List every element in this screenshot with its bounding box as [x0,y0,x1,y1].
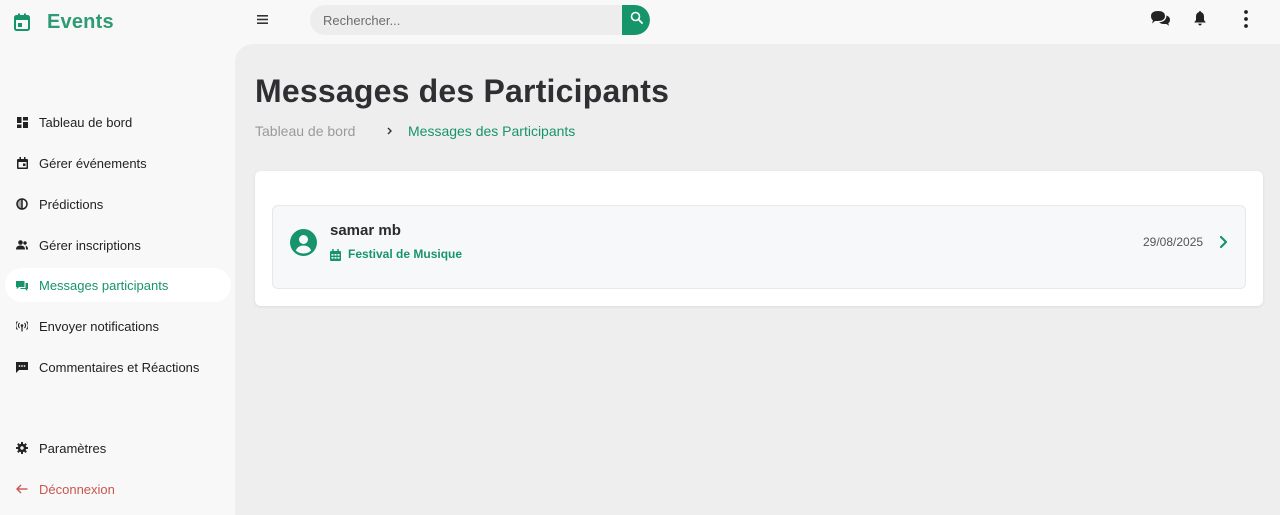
brand[interactable]: Events [14,8,114,36]
notifications-button[interactable] [1189,10,1211,32]
breadcrumb-current: Messages des Participants [408,123,576,139]
arrow-left-icon [16,483,28,495]
gear-icon [16,442,28,454]
sidebar-item-events[interactable]: Gérer événements [5,146,231,180]
sidebar-item-logout[interactable]: Déconnexion [5,472,231,506]
calendar-event-icon [16,157,28,169]
bell-icon [1193,10,1207,32]
chat-button[interactable] [1149,10,1171,32]
user-avatar-icon [290,229,317,256]
chevron-right-icon [385,124,395,136]
prediction-icon [16,198,28,210]
breadcrumb: Tableau de bord Messages des Participant… [255,122,575,140]
chat-bubbles-icon [1150,10,1171,32]
sidebar-item-label: Commentaires et Réactions [39,359,200,375]
search-input[interactable] [310,5,622,35]
messages-card: samar mb Festival de Musique 29/08/2025 [255,171,1263,306]
search-icon [630,11,643,29]
sidebar-item-label: Messages participants [39,277,169,293]
sidebar-item-notifications[interactable]: Envoyer notifications [5,309,231,343]
event-label: Festival de Musique [330,246,462,262]
sidebar-item-label: Tableau de bord [39,114,133,130]
top-bar: Events [0,0,1280,44]
messages-icon [16,279,28,291]
sidebar-item-messages[interactable]: Messages participants [5,268,231,302]
broadcast-icon [16,320,28,332]
hamburger-icon [256,11,268,29]
vertical-dots-icon [1244,9,1248,33]
sidebar-item-comments[interactable]: Commentaires et Réactions [5,350,231,384]
chevron-right-icon[interactable] [1218,235,1228,249]
app-name: Events [47,10,114,33]
sidebar-item-label: Gérer inscriptions [39,237,141,253]
sidebar-item-predictions[interactable]: Prédictions [5,187,231,221]
page-title: Messages des Participants [255,73,670,109]
sidebar-item-label: Gérer événements [39,155,147,171]
breadcrumb-home-link[interactable]: Tableau de bord [255,123,355,139]
main-content: Messages des Participants Tableau de bor… [235,44,1280,515]
sidebar-item-settings[interactable]: Paramètres [5,431,231,465]
search-bar [310,5,650,35]
menu-toggle-button[interactable] [254,12,270,28]
users-icon [16,239,28,251]
calendar-logo-icon [14,13,30,31]
list-item[interactable]: samar mb Festival de Musique 29/08/2025 [272,205,1246,289]
sidebar-item-label: Prédictions [39,196,104,212]
sidebar-item-label: Envoyer notifications [39,318,159,334]
calendar-icon [330,248,341,261]
more-options-button[interactable] [1235,9,1257,33]
sidebar-item-registrations[interactable]: Gérer inscriptions [5,228,231,262]
dashboard-icon [16,116,28,128]
message-date: 29/08/2025 [1143,235,1204,249]
sidebar-item-dashboard[interactable]: Tableau de bord [5,105,231,139]
sidebar-item-label: Déconnexion [39,481,115,497]
event-name: Festival de Musique [348,247,463,261]
search-button[interactable] [622,5,650,35]
sender-name: samar mb [330,222,401,239]
sidebar-item-label: Paramètres [39,440,107,456]
sidebar: Tableau de bord Gérer événements Prédict… [0,44,235,515]
comment-icon [16,361,28,373]
